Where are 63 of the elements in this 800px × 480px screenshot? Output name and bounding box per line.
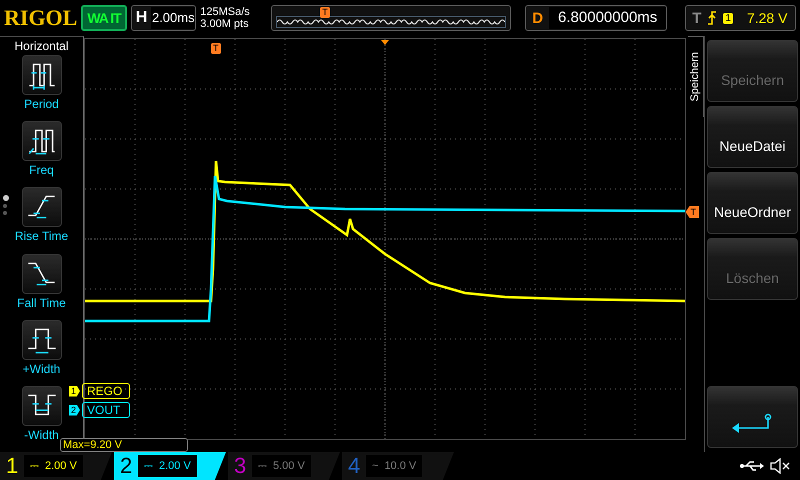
pulse-icon [22,386,62,426]
measure-button[interactable]: Rise Time [14,187,68,254]
coupling-symbol: ⎓ [144,460,153,472]
pulse-icon [22,121,62,162]
channel-tab[interactable]: 4 ~ 10.0 V [342,452,454,480]
measure-button[interactable]: +Width [22,320,62,386]
softkey[interactable]: NeueOrdner [706,172,798,234]
channel-scale: 10.0 V [384,460,416,472]
trace-label: VOUT [82,402,130,418]
delay-display[interactable]: D 6.80000000ms [525,5,668,31]
channel-number: 1 [6,453,20,479]
rising-edge-icon [22,187,62,228]
trigger-display[interactable]: T 1 7.28 V [685,5,796,31]
brand-logo: RIGOL [4,5,78,31]
waveform-overview-icon [276,16,506,28]
trigger-position-marker: T [320,7,330,18]
trigger-position-marker[interactable]: T [211,43,220,54]
measure-button[interactable]: Fall Time [17,254,66,320]
sample-rate: 125MSa/s [200,6,251,18]
channel-marker: 1 [69,386,80,396]
trace-label: REGO [82,383,130,399]
channel-scale: 2.00 V [45,460,77,472]
timebase-display[interactable]: H 2.00ms [130,5,196,31]
softkey[interactable]: NeueDatei [706,106,798,168]
trigger-level: 7.28 V [746,10,788,26]
channel-marker: 2 [69,404,80,416]
falling-edge-icon [22,254,62,294]
measure-button[interactable]: -Width [22,386,62,452]
coupling-symbol: ⎓ [258,460,267,472]
trigger-label: T [692,10,702,26]
channel-number: 3 [234,453,248,479]
trigger-source-badge: 1 [723,12,733,24]
channel-scale: 2.00 V [159,460,191,472]
channel-number: 2 [120,453,134,479]
channel-tab[interactable]: 2 ⎓ 2.00 V [114,452,226,480]
timebase-label: H [136,9,148,27]
coupling-symbol: ~ [372,460,378,472]
measure-button[interactable]: Period [22,55,62,122]
memory-depth: 3.00M pts [200,18,250,30]
trigger-level-marker[interactable]: T [686,206,699,218]
pulse-icon [22,55,62,95]
coupling-symbol: ⎓ [30,460,39,472]
measurement-readout: Max=9.20 V [60,438,188,452]
rising-edge-icon [707,11,718,25]
delay-value: 6.80000000ms [549,7,666,29]
pulse-icon [22,320,62,360]
channel-scale: 5.00 V [273,460,305,472]
timebase-value: 2.00ms [151,7,196,29]
page-dot[interactable] [3,204,7,208]
run-state-badge: WA IT [81,5,127,31]
menu-title: Speichern [689,52,702,102]
panel-title: Horizontal [14,39,69,53]
usb-icon [740,460,764,472]
speaker-muted-icon[interactable] [770,458,790,474]
page-dot[interactable] [3,195,9,201]
measure-button[interactable]: Freq [22,121,62,188]
delay-label: D [532,10,544,26]
channel-tab[interactable]: 3 ⎓ 5.00 V [228,452,340,480]
channel-tab[interactable]: 1 ⎓ 2.00 V [0,452,112,480]
back-button[interactable] [706,386,798,448]
channel-number: 4 [348,453,362,479]
page-dot[interactable] [3,211,7,215]
center-marker-icon [381,40,389,45]
